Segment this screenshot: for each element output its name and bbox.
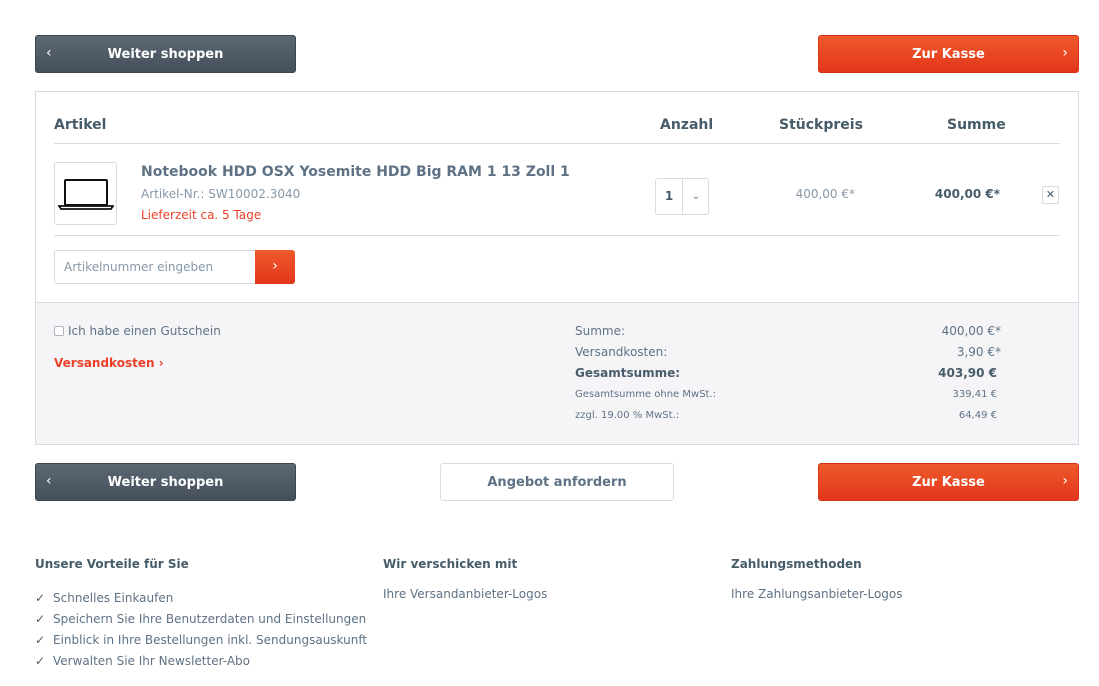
column-header-item: Artikel: [54, 117, 107, 133]
advantage-text: Verwalten Sie Ihr Newsletter-Abo: [53, 653, 250, 668]
footer-shipping-title: Wir verschicken mit: [383, 557, 518, 571]
voucher-label: Ich habe einen Gutschein: [68, 324, 221, 338]
check-icon: ✓: [35, 590, 46, 605]
unit-price: 400,00 €*: [795, 187, 855, 201]
continue-shopping-label: Weiter shoppen: [107, 46, 224, 62]
check-icon: ✓: [35, 632, 46, 647]
product-image[interactable]: [54, 162, 117, 225]
cart-table-header: Artikel Anzahl Stückpreis Summe: [54, 92, 1060, 144]
shipping-costs-link[interactable]: Versandkosten ›: [54, 356, 164, 370]
continue-shopping-label: Weiter shoppen: [107, 474, 224, 490]
advantage-text: Schnelles Einkaufen: [53, 590, 174, 605]
column-header-total: Summe: [947, 117, 1006, 133]
list-item: ✓ Verwalten Sie Ihr Newsletter-Abo: [35, 650, 367, 671]
check-icon: ✓: [35, 653, 46, 668]
summary-label-net: Gesamtsumme ohne MwSt.:: [575, 389, 717, 400]
voucher-checkbox-row[interactable]: Ich habe einen Gutschein: [54, 324, 221, 338]
footer-payment-title: Zahlungsmethoden: [731, 557, 862, 571]
summary-value-grand-total: 403,90 €: [938, 366, 997, 380]
voucher-checkbox[interactable]: [54, 326, 64, 336]
payment-logos-text: Ihre Zahlungsanbieter-Logos: [731, 587, 903, 601]
summary-label-vat: zzgl. 19.00 % MwSt.:: [575, 410, 680, 421]
advantage-text: Speichern Sie Ihre Benutzerdaten und Ein…: [53, 611, 367, 626]
quantity-select[interactable]: 1 ⌄: [655, 178, 709, 215]
summary-value-net: 339,41 €: [952, 389, 997, 400]
cart-summary-area: Ich habe einen Gutschein Versandkosten ›…: [36, 302, 1078, 444]
chevron-left-icon: ‹: [46, 45, 52, 61]
footer-advantages: Unsere Vorteile für Sie ✓ Schnelles Einka…: [35, 557, 367, 671]
line-total: 400,00 €*: [934, 187, 1000, 201]
continue-shopping-button-bottom[interactable]: ‹ Weiter shoppen: [35, 463, 296, 501]
advantage-text: Einblick in Ihre Bestellungen inkl. Send…: [53, 632, 368, 647]
add-article-button[interactable]: ›: [255, 250, 295, 284]
footer-advantages-title: Unsere Vorteile für Sie: [35, 557, 189, 571]
request-offer-label: Angebot anfordern: [487, 474, 627, 490]
footer-shipping: Wir verschicken mit Ihre Versandanbieter…: [383, 557, 547, 601]
quantity-value: 1: [656, 179, 683, 214]
article-number-input[interactable]: [54, 250, 256, 284]
chevron-right-icon: ›: [1062, 45, 1068, 61]
shipping-logos-text: Ihre Versandanbieter-Logos: [383, 587, 548, 601]
summary-label-subtotal: Summe:: [575, 324, 626, 338]
list-item: ✓ Schnelles Einkaufen: [35, 587, 367, 608]
summary-value-vat: 64,49 €: [958, 410, 997, 421]
check-icon: ✓: [35, 611, 46, 626]
chevron-right-icon: ›: [272, 258, 278, 274]
request-offer-button[interactable]: Angebot anfordern: [440, 463, 674, 501]
summary-value-shipping: 3,90 €*: [956, 345, 1001, 359]
chevron-down-icon: ⌄: [691, 191, 701, 202]
column-header-quantity: Anzahl: [660, 117, 714, 133]
summary-label-grand-total: Gesamtsumme:: [575, 366, 681, 380]
list-item: ✓ Einblick in Ihre Bestellungen inkl. Sen…: [35, 629, 367, 650]
checkout-button-bottom[interactable]: Zur Kasse ›: [818, 463, 1079, 501]
checkout-label: Zur Kasse: [912, 46, 985, 62]
product-name-link[interactable]: Notebook HDD OSX Yosemite HDD Big RAM 1 …: [141, 164, 570, 180]
continue-shopping-button-top[interactable]: ‹ Weiter shoppen: [35, 35, 296, 73]
close-icon: ✕: [1045, 188, 1056, 201]
checkout-button-top[interactable]: Zur Kasse ›: [818, 35, 1079, 73]
article-number: Artikel-Nr.: SW10002.3040: [141, 187, 301, 201]
checkout-label: Zur Kasse: [912, 474, 985, 490]
cart-item-row: Notebook HDD OSX Yosemite HDD Big RAM 1 …: [54, 144, 1060, 236]
footer-payment: Zahlungsmethoden Ihre Zahlungsanbieter-L…: [731, 557, 903, 601]
delivery-time: Lieferzeit ca. 5 Tage: [141, 208, 262, 222]
chevron-left-icon: ‹: [46, 473, 52, 489]
laptop-icon: [57, 178, 114, 210]
summary-label-shipping: Versandkosten:: [575, 345, 668, 359]
column-header-unit-price: Stückpreis: [779, 117, 863, 133]
cart-table: Artikel Anzahl Stückpreis Summe Notebook…: [35, 91, 1079, 445]
remove-item-button[interactable]: ✕: [1042, 186, 1059, 204]
summary-value-subtotal: 400,00 €*: [941, 324, 1001, 338]
chevron-right-icon: ›: [1062, 473, 1068, 489]
list-item: ✓ Speichern Sie Ihre Benutzerdaten und Ei…: [35, 608, 367, 629]
